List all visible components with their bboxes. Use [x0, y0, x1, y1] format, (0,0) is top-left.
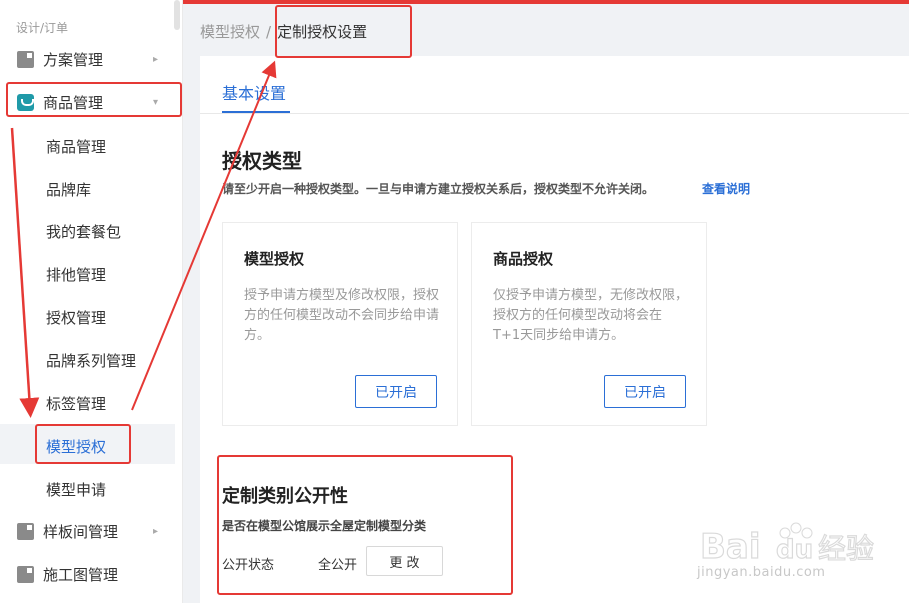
card-description: 仅授予申请方模型，无修改权限，授权方的任何模型改动将会在T+1天同步给申请方。 — [493, 288, 689, 343]
svg-text:Bai: Bai — [700, 527, 761, 567]
tab-active-indicator — [222, 111, 290, 113]
sidebar-item-authorization[interactable]: 授权管理 — [46, 307, 106, 328]
breadcrumb-parent[interactable]: 模型授权 — [200, 23, 260, 41]
sidebar-item-goods[interactable]: 商品管理 — [46, 136, 106, 157]
sidebar-item-model-apply[interactable]: 模型申请 — [46, 479, 106, 500]
card-description: 授予申请方模型及修改权限，授权方的任何模型改动不会同步给申请方。 — [244, 288, 440, 343]
sidebar-item-brand-library[interactable]: 品牌库 — [46, 179, 91, 200]
watermark-url: jingyan.baidu.com — [697, 565, 826, 580]
sidebar-group-sample-room[interactable]: 样板间管理 ▸ — [0, 515, 180, 547]
sidebar-item-exclusive[interactable]: 排他管理 — [46, 264, 106, 285]
folder-icon — [17, 565, 34, 583]
sidebar-item-brand-series[interactable]: 品牌系列管理 — [46, 350, 136, 371]
folder-icon — [17, 50, 34, 68]
goods-auth-enabled-button[interactable]: 已开启 — [604, 375, 686, 408]
sidebar-group-label: 方案管理 — [43, 50, 104, 69]
chevron-right-icon: ▸ — [153, 525, 159, 537]
svg-text:经验: 经验 — [818, 532, 874, 565]
sidebar-item-packages[interactable]: 我的套餐包 — [46, 221, 121, 242]
annotation-box-goods — [6, 82, 182, 117]
chevron-right-icon: ▸ — [153, 53, 159, 65]
annotation-box-model-auth — [35, 424, 131, 464]
help-link[interactable]: 查看说明 — [702, 180, 750, 197]
sidebar-scrollbar[interactable] — [174, 0, 180, 30]
app-root: 设计/订单 方案管理 ▸ 商品管理 ▾ 商品管理 品牌库 我的套餐包 排他管理 … — [0, 0, 909, 603]
model-auth-enabled-button[interactable]: 已开启 — [355, 375, 437, 408]
auth-type-heading: 授权类型 — [222, 149, 302, 173]
sidebar-group-label: 样板间管理 — [43, 522, 119, 541]
sidebar-item-tags[interactable]: 标签管理 — [46, 393, 106, 414]
annotation-box-breadcrumb — [275, 5, 412, 58]
breadcrumb-separator: / — [266, 23, 272, 41]
annotation-box-category — [217, 455, 513, 595]
svg-text:du: du — [776, 535, 813, 565]
model-auth-card: 模型授权 授予申请方模型及修改权限，授权方的任何模型改动不会同步给申请方。 已开… — [222, 222, 458, 426]
card-title: 模型授权 — [244, 250, 305, 268]
tab-divider — [200, 113, 909, 114]
folder-icon — [17, 522, 34, 540]
tab-basic-settings[interactable]: 基本设置 — [222, 80, 286, 104]
top-accent-bar — [183, 0, 909, 4]
card-title: 商品授权 — [493, 250, 554, 268]
sidebar-group-plan[interactable]: 方案管理 ▸ — [0, 43, 180, 75]
sidebar-group-construction[interactable]: 施工图管理 — [0, 558, 180, 590]
sidebar-section-title: 设计/订单 — [16, 21, 69, 35]
goods-auth-card: 商品授权 仅授予申请方模型，无修改权限，授权方的任何模型改动将会在T+1天同步给… — [471, 222, 707, 426]
auth-type-description: 请至少开启一种授权类型。一旦与申请方建立授权关系后，授权类型不允许关闭。 — [222, 182, 655, 196]
sidebar-group-label: 施工图管理 — [43, 565, 119, 584]
